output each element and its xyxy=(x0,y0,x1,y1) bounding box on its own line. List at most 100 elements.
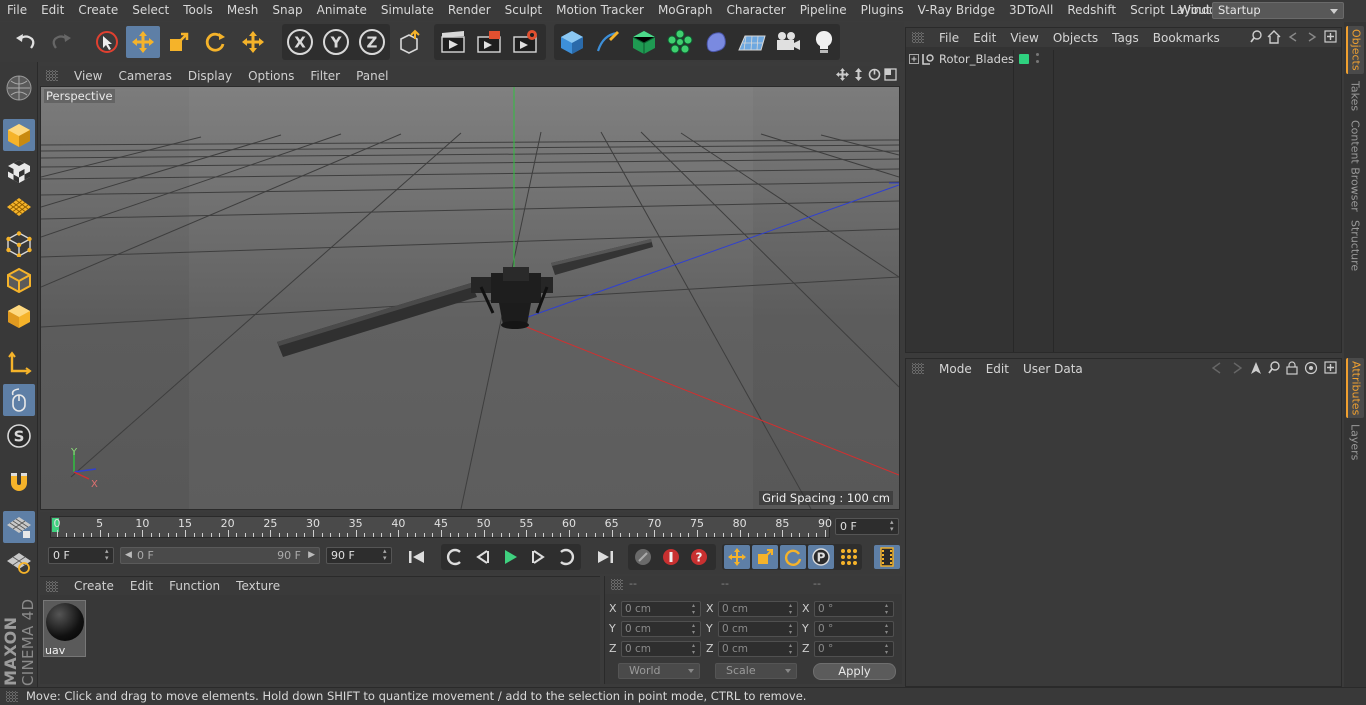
attributes-menu-mode[interactable]: Mode xyxy=(932,362,979,376)
perspective-viewport[interactable]: Y X Perspective Grid Spacing : 100 cm xyxy=(40,86,900,510)
expand-icon[interactable] xyxy=(909,54,919,64)
menu-pipeline[interactable]: Pipeline xyxy=(793,0,854,21)
scale-key-icon[interactable] xyxy=(752,545,778,569)
objects-menu-objects[interactable]: Objects xyxy=(1046,31,1105,45)
rotation-x-field[interactable]: 0 ° xyxy=(814,601,894,617)
new-panel-icon[interactable] xyxy=(1324,30,1337,43)
previous-key-icon[interactable] xyxy=(442,545,468,569)
menu-script[interactable]: Script xyxy=(1123,0,1172,21)
menu-sculpt[interactable]: Sculpt xyxy=(498,0,549,21)
menu-plugins[interactable]: Plugins xyxy=(854,0,911,21)
rotation-key-icon[interactable] xyxy=(780,545,806,569)
position-x-field[interactable]: 0 cm xyxy=(621,601,701,617)
snap-toggle-icon[interactable]: S xyxy=(3,420,35,452)
menu-create[interactable]: Create xyxy=(71,0,125,21)
render-region-icon[interactable] xyxy=(472,26,506,58)
locked-workplane-icon[interactable] xyxy=(3,511,35,543)
go-to-start-icon[interactable] xyxy=(404,545,430,569)
redo-icon[interactable] xyxy=(44,26,78,58)
target-icon[interactable] xyxy=(1304,361,1318,375)
subdivision-icon[interactable] xyxy=(627,26,661,58)
viewport-menu-panel[interactable]: Panel xyxy=(348,69,396,83)
objects-menu-view[interactable]: View xyxy=(1003,31,1045,45)
make-editable-icon[interactable] xyxy=(3,72,35,104)
y-axis-icon[interactable]: Y xyxy=(319,26,353,58)
apply-button[interactable]: Apply xyxy=(813,663,896,680)
rotate-view-icon[interactable] xyxy=(868,68,881,81)
zoom-view-icon[interactable] xyxy=(852,68,865,81)
viewport-menu-options[interactable]: Options xyxy=(240,69,302,83)
coordinate-mode-dropdown[interactable]: World xyxy=(618,663,700,679)
menu-redshift[interactable]: Redshift xyxy=(1060,0,1123,21)
history-arrows-icon[interactable] xyxy=(1210,361,1244,375)
viewport-menu-view[interactable]: View xyxy=(66,69,110,83)
tab-takes[interactable]: Takes xyxy=(1346,78,1364,114)
live-selection-icon[interactable] xyxy=(90,26,124,58)
menu-simulate[interactable]: Simulate xyxy=(374,0,441,21)
coordinate-system-icon[interactable] xyxy=(393,26,427,58)
menu-v-ray-bridge[interactable]: V-Ray Bridge xyxy=(911,0,1002,21)
menu-snap[interactable]: Snap xyxy=(265,0,309,21)
new-panel-icon[interactable] xyxy=(1324,361,1337,374)
tab-objects[interactable]: Objects xyxy=(1346,26,1364,74)
maximize-view-icon[interactable] xyxy=(884,68,897,81)
menu-mograph[interactable]: MoGraph xyxy=(651,0,720,21)
viewport-menu-cameras[interactable]: Cameras xyxy=(110,69,179,83)
pan-view-icon[interactable] xyxy=(836,68,849,81)
camera-icon[interactable] xyxy=(771,26,805,58)
deformer-icon[interactable] xyxy=(699,26,733,58)
position-z-field[interactable]: 0 cm xyxy=(621,641,701,657)
render-view-icon[interactable] xyxy=(436,26,470,58)
home-icon[interactable] xyxy=(1267,30,1281,44)
menu-animate[interactable]: Animate xyxy=(310,0,374,21)
layer-color-tag[interactable] xyxy=(1019,54,1029,64)
tab-content-browser[interactable]: Content Browser xyxy=(1346,120,1364,212)
objects-menu-edit[interactable]: Edit xyxy=(966,31,1003,45)
edges-mode-icon[interactable] xyxy=(3,264,35,296)
objects-menu-file[interactable]: File xyxy=(932,31,966,45)
object-row-rotor-blades[interactable]: Rotor_Blades xyxy=(906,50,1341,68)
objects-menu-bookmarks[interactable]: Bookmarks xyxy=(1146,31,1227,45)
material-menu-function[interactable]: Function xyxy=(161,579,228,593)
record-keys-icon[interactable] xyxy=(630,545,656,569)
menu-select[interactable]: Select xyxy=(125,0,176,21)
attributes-menu-user-data[interactable]: User Data xyxy=(1016,362,1090,376)
render-settings-icon[interactable] xyxy=(508,26,542,58)
current-frame-field[interactable]: 0 F xyxy=(835,518,899,535)
play-forward-icon[interactable] xyxy=(497,545,523,569)
next-key-icon[interactable] xyxy=(553,545,579,569)
forward-icon[interactable] xyxy=(1305,30,1319,44)
size-y-field[interactable]: 0 cm xyxy=(718,621,798,637)
menu-render[interactable]: Render xyxy=(441,0,498,21)
cube-primitive-icon[interactable] xyxy=(555,26,589,58)
menu-mesh[interactable]: Mesh xyxy=(220,0,266,21)
next-frame-icon[interactable] xyxy=(525,545,551,569)
enable-axis-icon[interactable] xyxy=(3,348,35,380)
cursor-icon[interactable] xyxy=(1250,361,1262,375)
render-visibility-dot[interactable] xyxy=(1036,60,1039,63)
menu-motion-tracker[interactable]: Motion Tracker xyxy=(549,0,651,21)
light-icon[interactable] xyxy=(807,26,841,58)
material-menu-create[interactable]: Create xyxy=(66,579,122,593)
rotate-tool-icon[interactable] xyxy=(198,26,232,58)
material-menu-edit[interactable]: Edit xyxy=(122,579,161,593)
attributes-menu-edit[interactable]: Edit xyxy=(979,362,1016,376)
x-axis-icon[interactable]: X xyxy=(283,26,317,58)
z-axis-icon[interactable]: Z xyxy=(355,26,389,58)
back-icon[interactable] xyxy=(1286,30,1300,44)
layout-select[interactable]: Startup xyxy=(1212,2,1344,19)
tab-attributes[interactable]: Attributes xyxy=(1346,358,1364,418)
size-z-field[interactable]: 0 cm xyxy=(718,641,798,657)
size-mode-dropdown[interactable]: Scale xyxy=(715,663,797,679)
material-thumbnail[interactable]: uav xyxy=(43,600,86,657)
viewport-camera-label[interactable]: Perspective xyxy=(44,89,115,103)
keyframe-selection-icon[interactable]: ? xyxy=(686,545,712,569)
rotation-z-field[interactable]: 0 ° xyxy=(814,641,894,657)
pen-spline-icon[interactable] xyxy=(591,26,625,58)
workplane-mode-icon[interactable] xyxy=(3,191,35,223)
menu-character[interactable]: Character xyxy=(719,0,792,21)
search-icon[interactable] xyxy=(1250,30,1262,44)
magnet-icon[interactable] xyxy=(3,466,35,498)
floor-icon[interactable] xyxy=(735,26,769,58)
objects-menu-tags[interactable]: Tags xyxy=(1105,31,1146,45)
